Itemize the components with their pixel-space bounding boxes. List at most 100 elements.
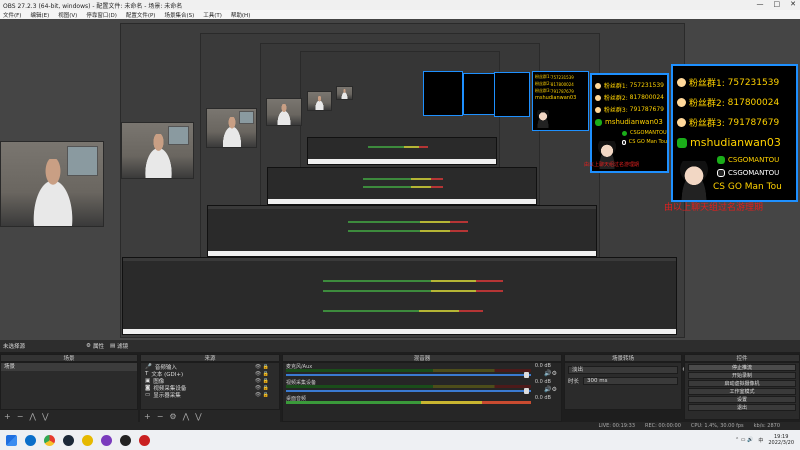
stop-streaming-button[interactable]: 停止推流 [688,364,796,371]
virtual-camera-button[interactable]: 启动虚拟摄像机 [688,380,796,387]
eye-icon[interactable]: 👁 🔒 [255,392,269,398]
clock[interactable]: 19:19 2022/3/20 [768,434,794,446]
wechat-id: mshudianwan03 [605,118,663,126]
close-button[interactable]: ✕ [790,0,796,8]
speaker-icon[interactable]: 🔊⚙ [544,386,557,393]
scene-item[interactable]: 场景 [1,363,137,371]
transitions-header: 场景转场 [564,354,682,362]
slider-handle[interactable] [524,388,529,394]
webcam-feed [0,141,104,227]
audio-mixer: 麦克风/Aux 0.0 dB 🔊⚙ 视频采集设备 0.0 dB 🔊⚙ 桌面音频 … [282,362,562,422]
filters-button[interactable]: ▤ 滤镜 [110,342,128,350]
speaker-icon[interactable]: 🔊⚙ [544,370,557,377]
fan-group-1-label: 粉丝群1: [603,83,628,90]
menu-file[interactable]: 文件(F) [3,11,21,19]
monitor-icon: ▭ [145,391,151,398]
webcam-feed-nested [336,86,353,100]
fan-group-3: 791787679 [550,88,574,94]
cartoon-avatar [535,110,551,128]
add-scene-button[interactable]: + [4,412,11,421]
status-bar: LIVE: 00:19:33 REC: 00:00:00 CPU: 1.4%, … [0,422,800,430]
menu-view[interactable]: 视图(V) [58,11,77,19]
duration-input[interactable]: 300 ms [583,377,678,385]
wechat-icon [677,137,687,148]
window-title: OBS 27.2.3 (64-bit, windows) - 配置文件: 未命名… [3,2,183,10]
no-source-label: 未选择源 [3,344,26,350]
sources-list: 🎤 音频输入 👁 🔒 T 文本 (GDI+) 👁 🔒 ▣ 图像 👁 🔒 ◙ 视频采集设备 👁 🔒… [140,362,280,410]
gear-icon[interactable]: ⚙ [169,412,176,421]
eye-icon[interactable]: 👁 🔒 [255,385,269,391]
windows-start-icon[interactable] [6,434,17,446]
controls-panel: 停止推流 开始录制 启动虚拟摄像机 工作室模式 设置 退出 [684,362,800,420]
info-panel-nested [423,71,463,116]
move-up-button[interactable]: ⋀ [183,412,190,421]
sources-footer: + − ⚙ ⋀ ⋁ [140,410,280,422]
app-icon[interactable] [139,434,150,446]
move-up-button[interactable]: ⋀ [29,412,36,421]
move-down-button[interactable]: ⋁ [42,412,49,421]
menu-tools[interactable]: 工具(T) [203,11,222,19]
douyin-id: CSGOMANTOU [728,156,780,164]
remove-scene-button[interactable]: − [17,412,24,421]
sources-header: 来源 [140,354,280,362]
slider-handle[interactable] [524,372,529,378]
remove-source-button[interactable]: − [157,412,164,421]
fan-group-3-label: 粉丝群3: [689,119,725,129]
volume-slider[interactable] [286,390,531,392]
chrome-icon[interactable] [44,434,55,446]
move-down-button[interactable]: ⋁ [195,412,202,421]
start-recording-button[interactable]: 开始录制 [688,372,796,379]
track-db: 0.0 dB [534,363,551,369]
app-icon[interactable] [101,434,112,446]
volume-slider[interactable] [286,374,531,376]
preview-canvas[interactable]: 粉丝群1: 757231539 粉丝群2: 817800024 粉丝群3: 79178… [0,19,800,340]
transition-select[interactable]: 淡出⚙ [568,366,687,374]
wechat-icon [622,130,627,136]
input-language[interactable]: 中 [758,437,763,444]
controls-header: 控件 [684,354,800,362]
volume-meter [286,385,531,388]
fan-group-2: 817800024 [629,94,664,101]
menu-docks[interactable]: 停靠窗口(D) [86,11,117,19]
user-icon [595,82,601,89]
app-icon[interactable] [82,434,93,446]
webcam-feed-nested [307,91,332,111]
obs-icon[interactable] [120,434,131,446]
eye-icon[interactable]: 👁 🔒 [255,364,269,370]
menu-scene-collection[interactable]: 场景集合(S) [164,11,194,19]
steam-icon[interactable] [63,434,74,446]
duration-label: 时长 [568,379,580,385]
webcam-feed-nested [266,98,302,126]
maximize-button[interactable]: □ [774,0,781,8]
tiktok-icon [717,169,725,177]
filters-label: 滤镜 [117,344,129,350]
menu-edit[interactable]: 编辑(E) [30,11,49,19]
info-panel-nested [463,73,495,115]
eye-icon[interactable]: 👁 🔒 [255,378,269,384]
properties-button[interactable]: ⚙ 属性 [86,342,104,350]
window-controls: — □ ✕ [757,0,797,8]
minimize-button[interactable]: — [757,0,764,8]
add-source-button[interactable]: + [144,412,151,421]
user-icon [595,106,601,113]
properties-label: 属性 [92,344,104,350]
fan-group-1: 757231539 [550,74,574,80]
mixer-track-desktop: 桌面音频 0.0 dB [283,395,561,411]
user-icon [677,98,686,107]
douyin-id: CSGOMANTOU [630,130,667,136]
menu-profile[interactable]: 配置文件(P) [126,11,156,19]
info-panel-medium: 粉丝群1: 757231539 粉丝群2: 817800024 粉丝群3: 79178… [532,71,589,131]
exit-button[interactable]: 退出 [688,404,796,411]
studio-mode-button[interactable]: 工作室模式 [688,388,796,395]
settings-button[interactable]: 设置 [688,396,796,403]
tray-icons[interactable]: ⌃ ▭ 🔊 [735,437,753,443]
menu-help[interactable]: 帮助(H) [231,11,250,19]
fan-group-1: 757231539 [727,77,780,88]
edge-icon[interactable] [25,434,36,446]
wechat-icon [717,156,725,164]
webcam-feed-nested [206,108,257,148]
streamer-name: CS GO Man Tou [628,139,667,145]
clock-date: 2022/3/20 [768,440,794,446]
eye-icon[interactable]: 👁 🔒 [255,371,269,377]
source-item-display[interactable]: ▭ 显示器采集 👁 🔒 [141,391,279,399]
